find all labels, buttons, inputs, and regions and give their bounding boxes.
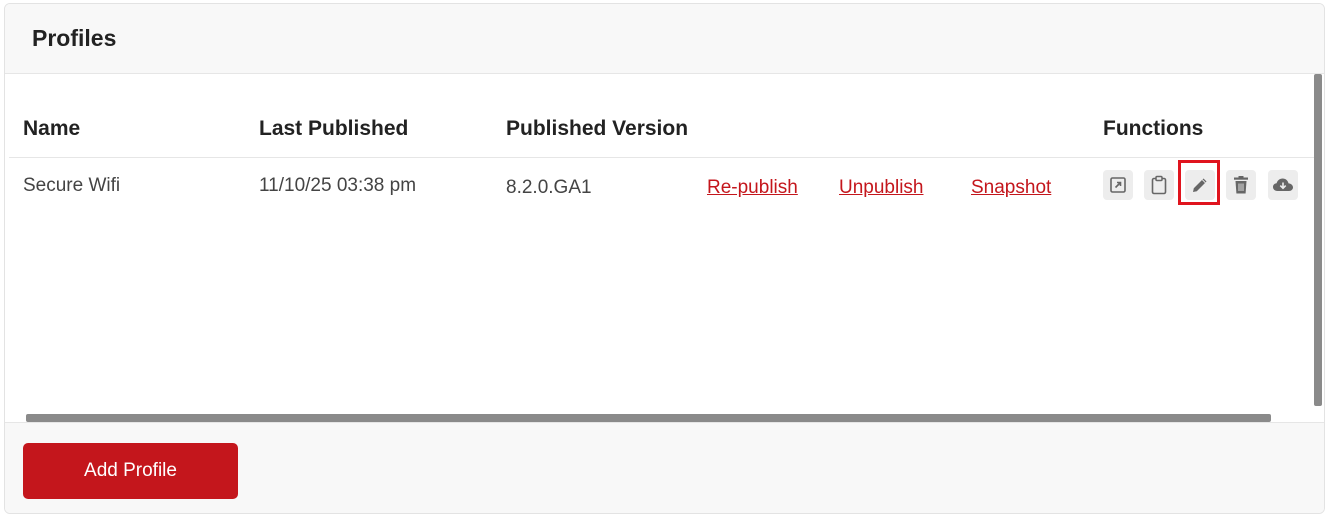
header-divider: [9, 157, 1314, 158]
vertical-scrollbar[interactable]: [1314, 74, 1322, 406]
unpublish-link[interactable]: Unpublish: [839, 177, 924, 199]
clipboard-icon: [1150, 175, 1168, 195]
panel-header: Profiles: [5, 4, 1324, 74]
delete-profile-button[interactable]: [1226, 170, 1256, 200]
cloud-download-icon: [1272, 176, 1294, 194]
open-external-icon: [1109, 176, 1127, 194]
column-header-name[interactable]: Name: [23, 117, 80, 141]
cell-profile-name: Secure Wifi: [23, 175, 121, 196]
download-profile-button[interactable]: [1268, 170, 1298, 200]
republish-link[interactable]: Re-publish: [707, 177, 798, 199]
page-title: Profiles: [32, 25, 117, 51]
column-header-last-published[interactable]: Last Published: [259, 117, 408, 141]
trash-icon: [1232, 175, 1250, 195]
column-header-functions: Functions: [1103, 117, 1204, 140]
cell-last-published: 11/10/25 03:38 pm: [259, 175, 417, 196]
panel-footer: Add Profile: [5, 422, 1324, 513]
snapshot-link[interactable]: Snapshot: [971, 177, 1051, 199]
horizontal-scrollbar[interactable]: [26, 414, 1271, 422]
edit-button-highlight: [1178, 160, 1220, 205]
open-profile-button[interactable]: [1103, 170, 1133, 200]
copy-profile-button[interactable]: [1144, 170, 1174, 200]
column-header-published-version[interactable]: Published Version: [506, 117, 688, 141]
profiles-panel: Profiles Name Last Published Published V…: [4, 3, 1325, 514]
cell-published-version: 8.2.0.GA1: [506, 177, 592, 198]
profiles-table: Name Last Published Published Version Fu…: [5, 74, 1314, 422]
add-profile-button[interactable]: Add Profile: [23, 443, 238, 499]
